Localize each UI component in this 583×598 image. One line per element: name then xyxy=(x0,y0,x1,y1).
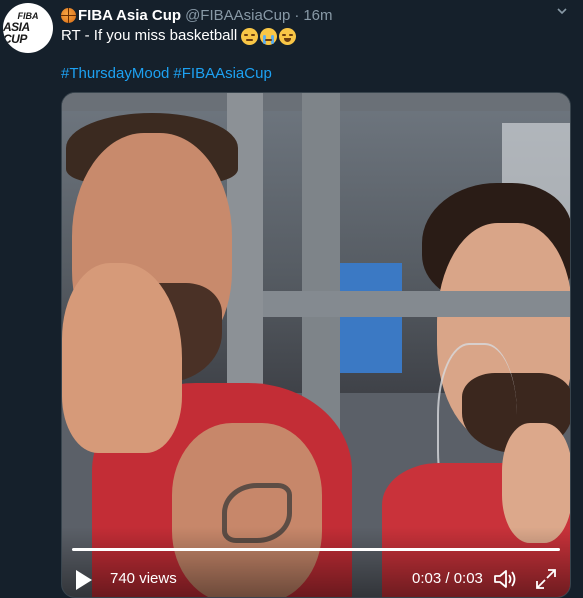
tweet-time[interactable]: 16m xyxy=(303,7,332,24)
tweet-text: RT - If you miss basketball xyxy=(61,27,238,44)
hashtags: #ThursdayMood #FIBAAsiaCup xyxy=(61,64,276,84)
view-count: 740 views xyxy=(110,570,177,587)
avatar[interactable]: FIBA ASIA CUP xyxy=(3,3,53,53)
fullscreen-icon[interactable] xyxy=(534,567,558,591)
video-frame xyxy=(62,93,570,597)
video-player[interactable]: 740 views 0:03 / 0:03 xyxy=(61,92,571,598)
rolling-on-floor-laughing-icon xyxy=(279,27,297,45)
video-progress-bar[interactable] xyxy=(72,548,560,551)
unamused-face-icon xyxy=(241,27,259,45)
volume-icon[interactable] xyxy=(492,567,518,591)
display-name[interactable]: FIBA Asia Cup xyxy=(78,7,181,24)
basketball-icon xyxy=(61,7,76,23)
video-timestamp: 0:03 / 0:03 xyxy=(412,570,483,587)
hashtag-link[interactable]: #FIBAAsiaCup xyxy=(173,65,271,82)
play-icon xyxy=(76,570,92,590)
user-handle[interactable]: @FIBAAsiaCup xyxy=(185,7,290,24)
tweet[interactable]: FIBA ASIA CUP FIBA Asia Cup @FIBAAsiaCup… xyxy=(0,0,583,598)
tweet-header: FIBA Asia Cup @FIBAAsiaCup · 16m xyxy=(61,5,333,25)
avatar-text-bottom: ASIA CUP xyxy=(3,19,30,46)
hashtag-link[interactable]: #ThursdayMood xyxy=(61,65,169,82)
play-button[interactable] xyxy=(76,569,98,591)
chevron-down-icon[interactable] xyxy=(557,6,567,16)
tweet-text-line: RT - If you miss basketball xyxy=(61,26,297,46)
separator-dot: · xyxy=(294,6,300,24)
loudly-crying-face-icon xyxy=(260,27,278,45)
